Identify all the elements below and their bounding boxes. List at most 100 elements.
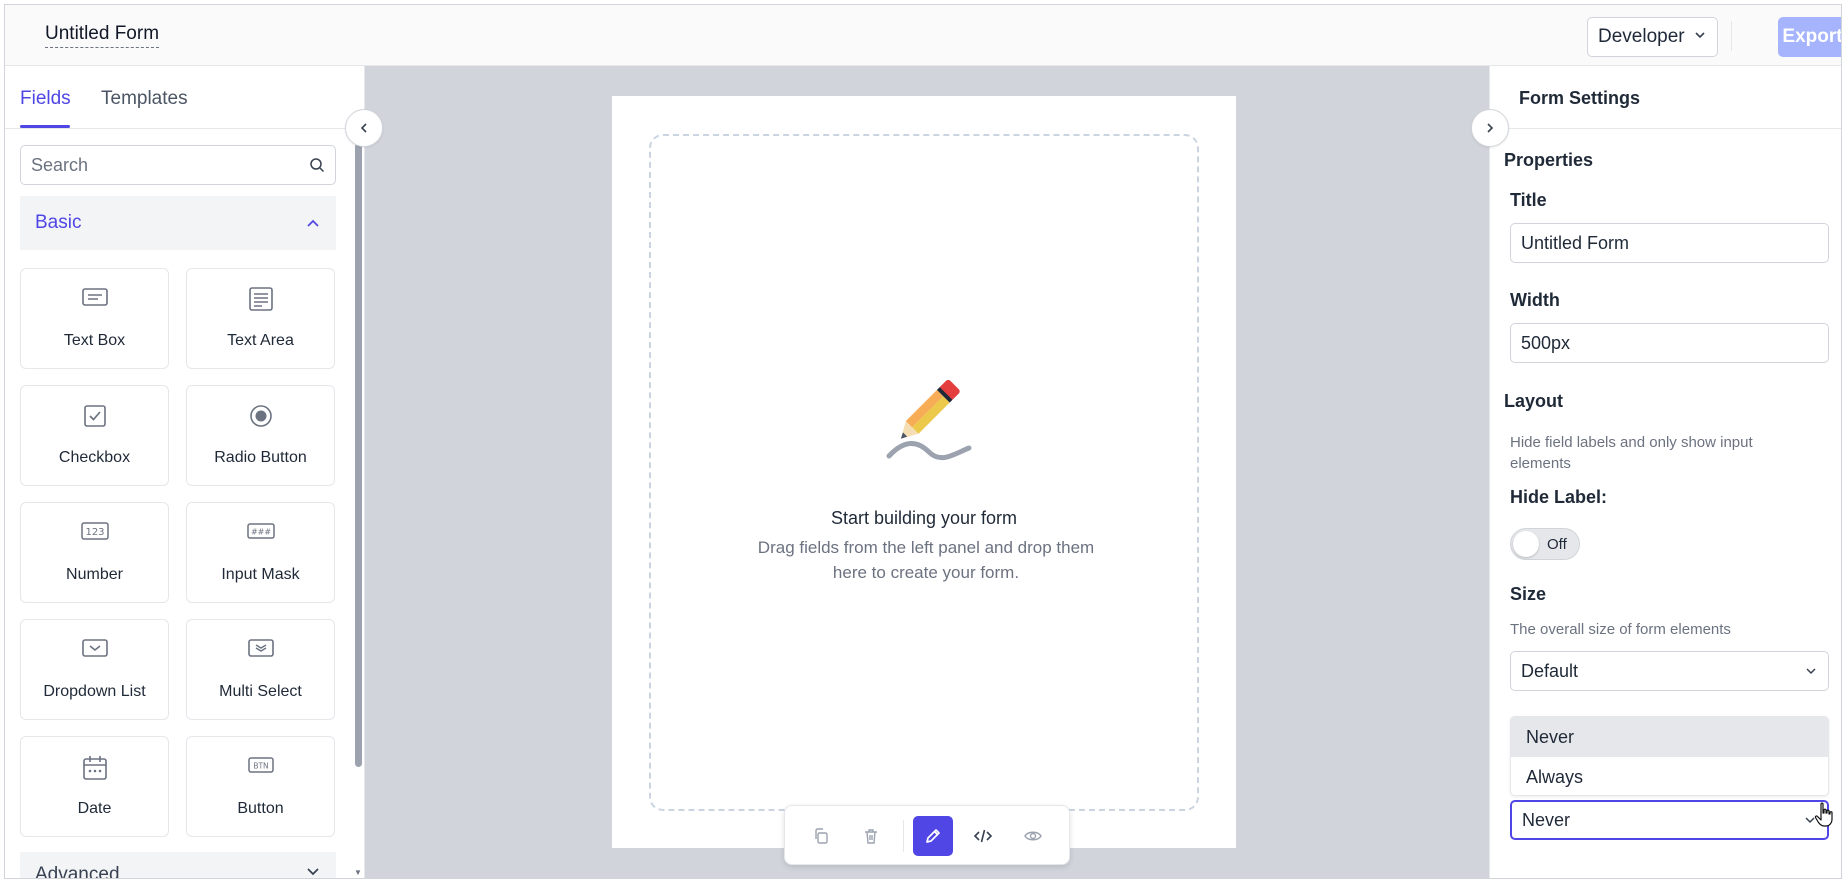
layout-description: Hide field labels and only show input el… (1510, 434, 1753, 472)
multi-select-icon (187, 637, 334, 659)
section-advanced[interactable]: Advanced (20, 852, 336, 879)
dropdown-option-always[interactable]: Always (1511, 757, 1828, 795)
top-bar: Untitled Form Developer Export (5, 5, 1841, 66)
tab-fields[interactable]: Fields (20, 88, 71, 110)
form-canvas: Start building your form Drag fields fro… (365, 66, 1489, 878)
svg-text:BTN: BTN (253, 762, 268, 771)
role-select[interactable]: Developer (1587, 17, 1718, 57)
search-input[interactable] (31, 154, 301, 176)
field-card-button[interactable]: BTN Button (186, 736, 335, 837)
trash-icon (865, 829, 877, 844)
field-card-label: Radio Button (214, 449, 307, 466)
field-card-input-mask[interactable]: ### Input Mask (186, 502, 335, 603)
field-card-multi-select[interactable]: Multi Select (186, 619, 335, 720)
edit-button[interactable] (913, 816, 953, 856)
svg-text:123: 123 (85, 527, 104, 538)
radio-button-icon (187, 403, 334, 429)
size-label: Size (1510, 584, 1547, 604)
field-card-label: Date (77, 800, 112, 817)
properties-heading: Properties (1504, 150, 1594, 170)
active-tab-indicator (20, 125, 70, 128)
collapse-left-panel-button[interactable] (345, 109, 383, 147)
visibility-select[interactable]: Never (1510, 800, 1829, 840)
title-input-value: Untitled Form (1521, 232, 1630, 253)
header-divider (1731, 21, 1732, 51)
form-title[interactable]: Untitled Form (45, 23, 160, 48)
toggle-state-label: Off (1547, 536, 1567, 553)
section-basic-label: Basic (35, 212, 82, 233)
text-area-icon (187, 286, 334, 312)
chevron-down-icon (1804, 664, 1818, 678)
pencil-icon (926, 829, 940, 843)
input-mask-icon: ### (187, 520, 334, 542)
dropdown-option-never[interactable]: Never (1511, 717, 1828, 757)
field-card-label: Text Area (227, 332, 294, 349)
scrollbar-thumb[interactable] (355, 143, 362, 767)
chevron-down-icon (305, 864, 321, 878)
delete-button[interactable] (851, 816, 891, 856)
width-input[interactable]: 500px (1510, 323, 1829, 363)
width-label: Width (1510, 290, 1560, 310)
copy-button[interactable] (801, 816, 841, 856)
field-card-label: Dropdown List (43, 683, 146, 700)
panel-tabs: Fields Templates (5, 66, 364, 129)
field-card-label: Text Box (63, 332, 126, 349)
collapse-right-panel-button[interactable] (1471, 109, 1509, 147)
export-button[interactable]: Export (1778, 17, 1841, 57)
code-button[interactable] (963, 816, 1003, 856)
text-box-icon (21, 286, 168, 308)
dropdown-menu: Never Always (1510, 716, 1829, 796)
eye-icon (1024, 831, 1042, 841)
width-input-value: 500px (1521, 332, 1571, 353)
section-basic[interactable]: Basic (20, 196, 336, 250)
chevron-up-icon (305, 215, 321, 231)
field-card-label: Number (66, 566, 123, 583)
title-label: Title (1510, 190, 1547, 210)
role-select-value: Developer (1598, 26, 1685, 47)
scroll-down-arrow-icon[interactable]: ▼ (354, 868, 362, 877)
toolbar-divider (903, 820, 904, 852)
field-card-text-area[interactable]: Text Area (186, 268, 335, 369)
field-card-date[interactable]: Date (20, 736, 169, 837)
code-icon (973, 829, 993, 843)
calendar-icon (21, 754, 168, 782)
hide-label-toggle[interactable]: Off (1510, 528, 1580, 560)
size-select-value: Default (1521, 660, 1579, 681)
fields-panel: Fields Templates Basic Text Box (5, 66, 365, 879)
title-input[interactable]: Untitled Form (1510, 223, 1829, 263)
pencil-illustration-icon (879, 366, 975, 467)
app-window: Untitled Form Developer Export Fields Te… (4, 4, 1842, 879)
field-card-dropdown-list[interactable]: Dropdown List (20, 619, 169, 720)
field-card-text-box[interactable]: Text Box (20, 268, 169, 369)
section-advanced-label: Advanced (35, 864, 120, 879)
settings-title: Form Settings (1519, 88, 1641, 108)
settings-panel: Form Settings Properties Title Untitled … (1489, 66, 1841, 878)
drop-zone[interactable]: Start building your form Drag fields fro… (649, 134, 1199, 811)
field-card-label: Checkbox (58, 449, 131, 466)
checkbox-icon (21, 403, 168, 429)
canvas-toolbar (784, 805, 1070, 865)
field-search[interactable] (20, 145, 336, 185)
field-card-radio-button[interactable]: Radio Button (186, 385, 335, 486)
button-icon: BTN (187, 754, 334, 776)
field-card-label: Input Mask (221, 566, 300, 583)
copy-icon (815, 828, 828, 844)
field-card-number[interactable]: 123 Number (20, 502, 169, 603)
preview-button[interactable] (1013, 816, 1053, 856)
number-icon: 123 (21, 520, 168, 542)
empty-state-description: Drag fields from the left panel and drop… (757, 538, 1095, 582)
dropdown-list-icon (21, 637, 168, 659)
size-select[interactable]: Default (1510, 651, 1829, 691)
search-icon (309, 157, 325, 173)
tab-templates[interactable]: Templates (101, 88, 188, 110)
hand-cursor-icon (1814, 802, 1836, 833)
form-page: Start building your form Drag fields fro… (612, 96, 1236, 848)
layout-heading: Layout (1504, 391, 1564, 411)
empty-state-title: Start building your form (830, 508, 1018, 528)
field-card-label: Multi Select (219, 683, 302, 700)
toggle-knob (1513, 531, 1539, 557)
field-card-checkbox[interactable]: Checkbox (20, 385, 169, 486)
size-description: The overall size of form elements (1510, 621, 1731, 638)
hide-label-label: Hide Label: (1510, 487, 1608, 507)
svg-text:###: ### (250, 528, 270, 537)
